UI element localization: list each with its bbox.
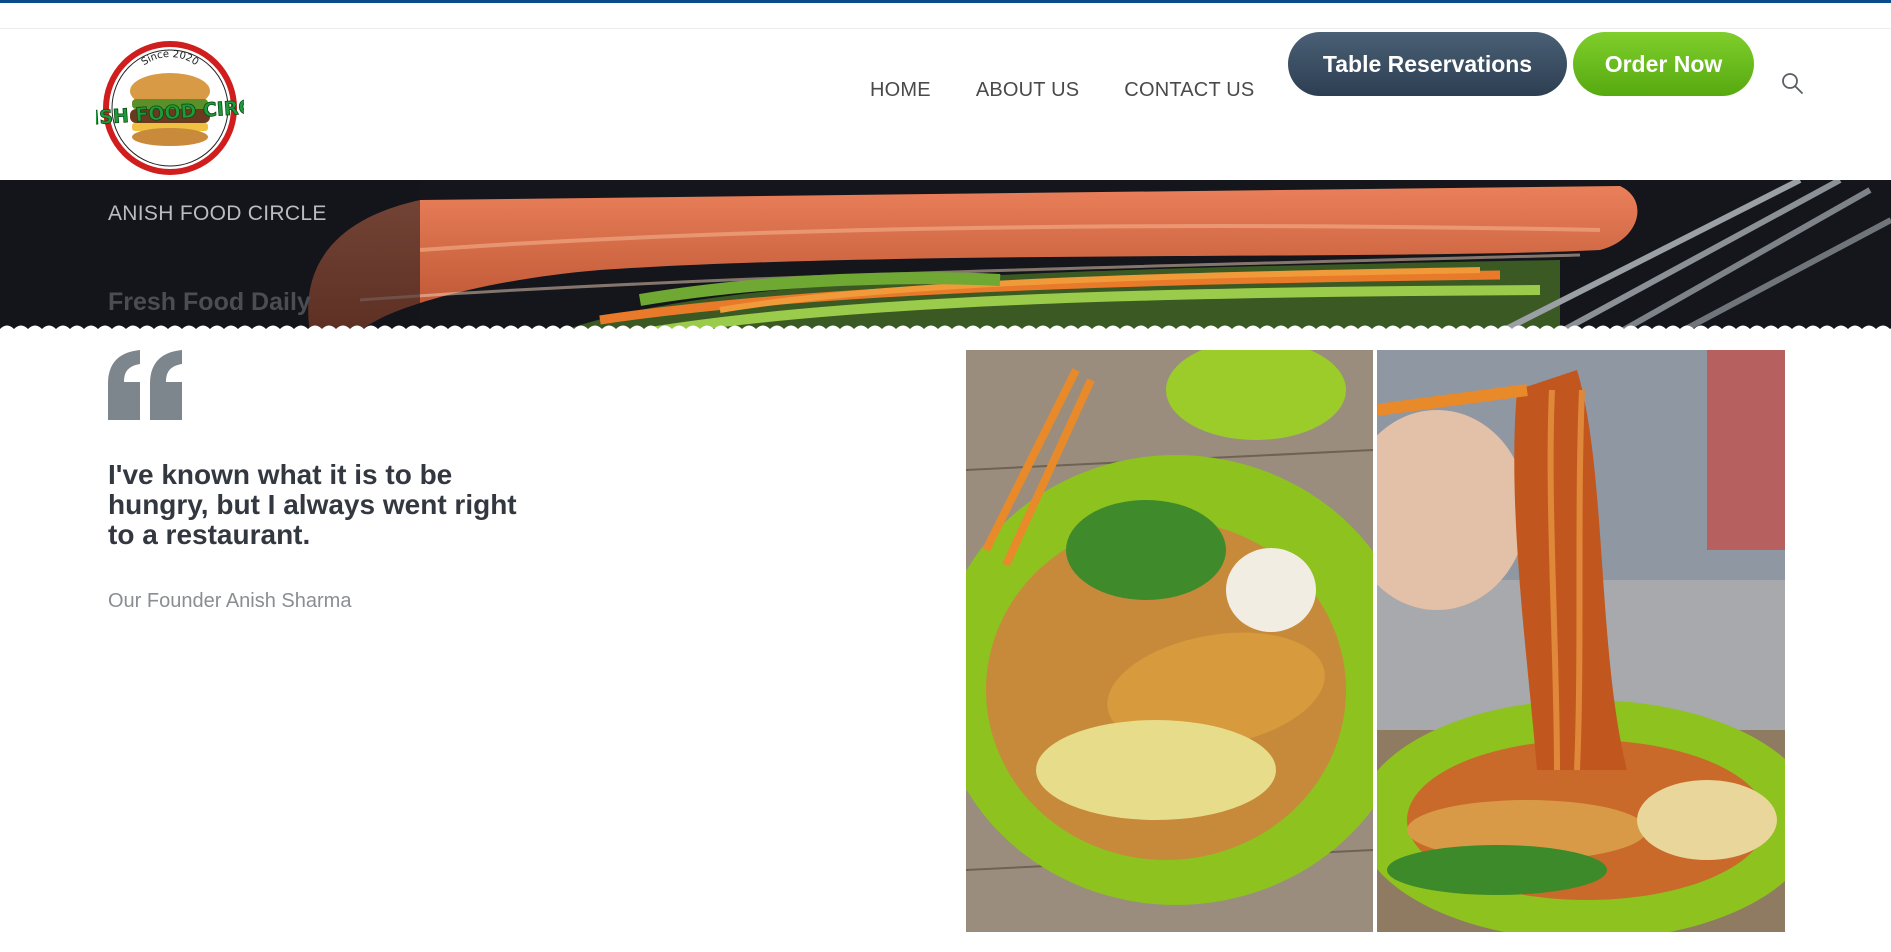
noodle-lift-photo (1377, 350, 1785, 932)
hero-subtitle: Fresh Food Daily (108, 288, 311, 316)
quote-icon (108, 350, 182, 420)
hero-wave-divider (0, 325, 1891, 336)
testimonial-quote: I've known what it is to be hungry, but … (108, 459, 517, 550)
site-header: Since 2020 ANISH FOOD CIRCLE MAKE YOUR M… (0, 29, 1891, 180)
main-nav: HOME ABOUT US CONTACT US (870, 79, 1254, 102)
search-icon[interactable] (1780, 71, 1804, 95)
hero-banner: ANISH FOOD CIRCLE Fresh Food Daily (0, 180, 1891, 332)
nav-contact-us[interactable]: CONTACT US (1124, 79, 1254, 102)
nav-home[interactable]: HOME (870, 79, 931, 102)
noodle-bowl-photo (966, 350, 1373, 932)
top-accent-bar (0, 0, 1891, 3)
table-reservations-button[interactable]: Table Reservations (1288, 32, 1567, 96)
hero-title: ANISH FOOD CIRCLE (108, 202, 327, 225)
order-now-button[interactable]: Order Now (1573, 32, 1754, 96)
testimonial-author: Our Founder Anish Sharma (108, 590, 352, 612)
nav-about-us[interactable]: ABOUT US (976, 79, 1079, 102)
site-logo[interactable]: Since 2020 ANISH FOOD CIRCLE MAKE YOUR M… (96, 39, 244, 177)
